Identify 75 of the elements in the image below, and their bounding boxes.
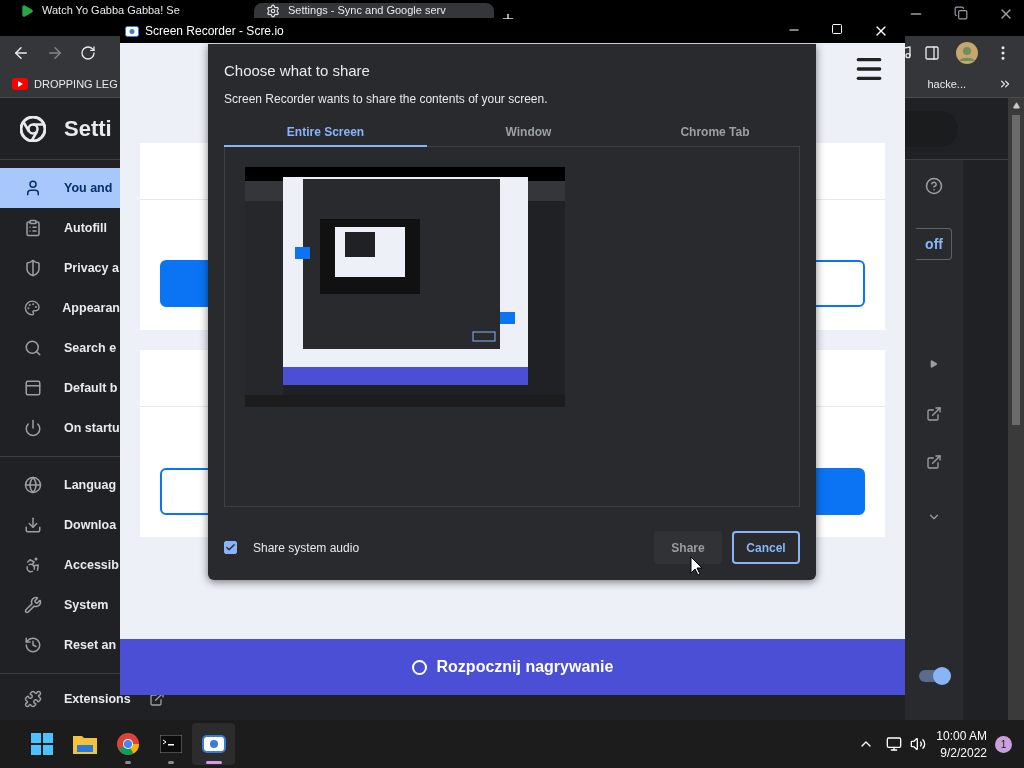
search-icon [24, 339, 42, 357]
external-link-icon[interactable] [926, 406, 942, 422]
play-icon [20, 4, 34, 18]
clipboard-icon [24, 219, 42, 237]
restore-icon[interactable] [954, 6, 968, 20]
share-tab[interactable]: Chrome Tab [630, 118, 800, 147]
chrome-icon[interactable] [116, 733, 139, 755]
dialog-message: Screen Recorder wants to share the contents of your screen. [224, 92, 549, 106]
bookmark[interactable]: hacke... [927, 77, 966, 90]
taskbar-app[interactable] [192, 723, 235, 765]
audio-checkbox[interactable] [224, 541, 237, 554]
volume-icon[interactable] [910, 736, 927, 752]
settings-icon [266, 4, 280, 18]
sidebar-item[interactable]: Reset an [0, 625, 120, 665]
terminal-icon[interactable] [159, 735, 182, 753]
help-icon[interactable] [925, 177, 943, 195]
puzzle-icon [24, 690, 42, 708]
network-icon[interactable] [886, 736, 903, 752]
sidebar-item[interactable]: Default b [0, 368, 120, 408]
turn-off-button[interactable]: off [916, 228, 952, 260]
window-icon [24, 379, 42, 397]
screen-recorder-icon[interactable] [201, 735, 226, 753]
palette-icon [24, 299, 41, 317]
notification-badge[interactable]: 1 [995, 735, 1012, 753]
toggle-switch[interactable] [919, 670, 949, 682]
bookmark[interactable]: DROPPING LEG [34, 77, 118, 90]
sidebar-item[interactable]: Autofill [0, 208, 120, 248]
expand-arrow-icon[interactable] [930, 360, 938, 368]
start-recording-button[interactable]: Rozpocznij nagrywanie [120, 639, 905, 695]
back-icon[interactable] [12, 44, 30, 62]
person-icon [24, 179, 42, 197]
avatar-icon[interactable] [956, 42, 978, 64]
cancel-button[interactable]: Cancel [732, 531, 800, 564]
sidebar-item[interactable]: Accessib [0, 545, 120, 585]
sidebar-item[interactable]: Downloa [0, 505, 120, 545]
accessibility-icon [24, 556, 42, 574]
folder-icon[interactable] [72, 734, 97, 754]
maximize-icon[interactable] [831, 23, 843, 35]
external-link-icon[interactable] [926, 454, 942, 470]
shield-icon [24, 259, 42, 277]
checkbox-label: Share system audio [253, 540, 360, 555]
globe-icon [24, 476, 42, 494]
sidebar-item[interactable]: Appearan [0, 288, 120, 328]
tab-title: Watch Yo Gabba Gabba! Se [42, 4, 181, 17]
browser-tab[interactable]: Watch Yo Gabba Gabba! Se [8, 3, 248, 18]
mouse-cursor-icon [690, 556, 704, 576]
window-title: Screen Recorder - Scre.io [145, 24, 284, 38]
share-tab[interactable]: Window [427, 118, 630, 147]
clock-date: 9/2/2022 [940, 745, 987, 760]
video-play-icon [12, 77, 28, 90]
screen-preview-drawing[interactable] [245, 167, 565, 407]
side-panel-icon[interactable] [924, 45, 940, 61]
share-tab[interactable]: Entire Screen [224, 118, 427, 147]
download-icon [24, 516, 42, 534]
sidebar-item[interactable]: Languag [0, 465, 120, 505]
sidebar-item[interactable]: You and [0, 168, 120, 208]
sidebar-item[interactable]: System [0, 585, 120, 625]
browser-tab[interactable]: Settings - Sync and Google serv [254, 3, 494, 18]
power-icon [24, 419, 42, 437]
clock-time: 10:00 AM [936, 728, 987, 743]
history-icon [24, 636, 42, 654]
sidebar-item[interactable]: Search e [0, 328, 120, 368]
sidebar-item[interactable]: Privacy a [0, 248, 120, 288]
scroll-up-icon[interactable] [1012, 102, 1020, 109]
windows-start-icon[interactable] [30, 733, 53, 755]
wrench-icon [24, 596, 42, 614]
settings-title: Setti [64, 115, 112, 142]
screen-recorder-icon [125, 25, 139, 37]
forward-icon[interactable] [46, 44, 64, 62]
dialog-title: Choose what to share [224, 62, 371, 79]
reload-icon[interactable] [80, 45, 96, 61]
sidebar-item[interactable]: On startu [0, 408, 120, 448]
scrollbar[interactable] [1008, 98, 1024, 720]
tab-title: Settings - Sync and Google serv [288, 4, 447, 17]
chrome-logo-icon [20, 115, 46, 142]
